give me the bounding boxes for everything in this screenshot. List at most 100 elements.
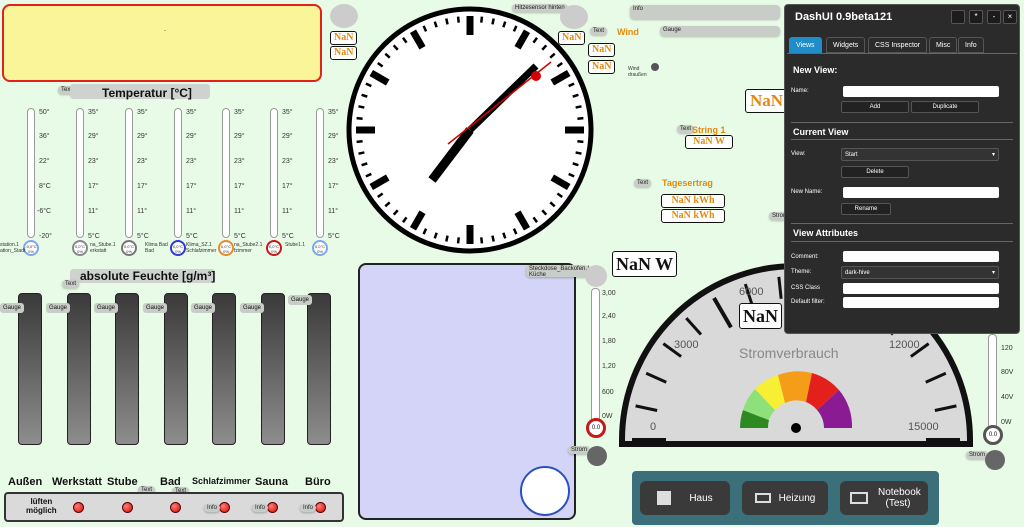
new-view-name-input[interactable]: [843, 86, 999, 97]
meter-nan: NaN: [739, 303, 782, 329]
duplicate-button[interactable]: Duplicate: [911, 101, 979, 113]
clock-minute-tick: [433, 21, 438, 28]
nav-button-notebook[interactable]: Notebook (Test): [840, 481, 928, 515]
dashui-title: DashUI 0.9beta121: [795, 11, 893, 23]
clock-minute-tick: [502, 21, 507, 28]
view-nav: Haus Heizung Notebook (Test): [632, 471, 939, 525]
wind-title: Wind: [617, 27, 639, 37]
plug-icon: [585, 265, 607, 287]
humidity-gauge-4: [164, 293, 188, 445]
dashui-btn-star[interactable]: *: [969, 10, 983, 24]
meter-label: Stromverbrauch: [739, 345, 839, 361]
clock-minute-tick: [356, 140, 363, 144]
led-schlafzimmer: [267, 502, 278, 513]
thermo-bulb-6: 0,0°C 0%: [266, 240, 282, 256]
thermo-bulb-2: 0,0°C 0%: [72, 240, 88, 256]
humidity-title: absolute Feuchte [g/m³]: [80, 269, 216, 283]
humidity-gauge-5: [212, 293, 236, 445]
chevron-down-icon: ▾: [991, 270, 995, 276]
room-label-stube: Stube: [107, 476, 138, 488]
clock-minute-tick: [361, 162, 368, 167]
temperature-title: Temperatur [°C]: [102, 86, 192, 100]
humidity-gauge-6: [261, 293, 285, 445]
tab-views[interactable]: Views: [789, 37, 822, 53]
rename-button[interactable]: Rename: [841, 203, 891, 215]
dashui-panel: DashUI 0.9beta121 * - × Views Widgets CS…: [784, 4, 1020, 334]
clock-minute-tick: [480, 237, 484, 244]
thermometer-1: [27, 108, 35, 238]
clock-minute-tick: [361, 93, 368, 98]
room-label-schlafzimmer: Schlafzimmer: [192, 476, 251, 486]
clock-minute-tick: [502, 232, 507, 239]
led-aussen: [73, 502, 84, 513]
clock-minute-tick: [575, 105, 582, 109]
new-name-input[interactable]: [843, 187, 999, 198]
clock-minute-tick: [577, 140, 584, 144]
house-icon: [657, 491, 672, 505]
humidity-gauge-1: [18, 293, 42, 445]
clock-minute-tick: [491, 18, 495, 25]
led-stube: [170, 502, 181, 513]
clock-minute-tick: [575, 151, 582, 155]
desk-icon[interactable]: [520, 466, 570, 516]
tagesertrag-label: Tagesertrag: [662, 178, 713, 188]
strom-toggle[interactable]: [587, 446, 607, 466]
dashui-btn-blank[interactable]: [951, 10, 965, 24]
theme-select[interactable]: dark-hive ▾: [841, 266, 999, 279]
tab-widgets[interactable]: Widgets: [826, 37, 866, 53]
hitze-label: Hitzesensor hinten: [512, 4, 568, 12]
clock-minute-tick: [577, 116, 584, 120]
humidity-gauge-7: [307, 293, 331, 445]
tab-css-inspector[interactable]: CSS Inspector: [868, 37, 928, 53]
status-text: -: [164, 28, 166, 34]
clock-minute-tick: [358, 151, 365, 155]
power-bulb: 0.0: [586, 418, 606, 438]
steckdose-label: Steckdose_Backofen.1 Küche: [526, 265, 590, 278]
thermometer-5: [222, 108, 230, 238]
status-panel: -: [2, 4, 322, 82]
thermo-bulb-4: 0,0°C 0%: [170, 240, 186, 256]
monitor-icon: [850, 492, 868, 504]
current-view-heading: Current View: [793, 127, 849, 137]
ventilate-label: lüften möglich: [26, 497, 57, 515]
led-buero: [315, 502, 326, 513]
analog-clock: [346, 6, 594, 254]
led-werkstatt: [122, 502, 133, 513]
humidity-gauge-3: [115, 293, 139, 445]
css-class-input[interactable]: [843, 283, 999, 294]
dashui-btn-close[interactable]: ×: [1003, 10, 1017, 24]
chevron-down-icon: ▾: [991, 152, 995, 158]
thermo-bulb-3: 0,0°C 0%: [121, 240, 137, 256]
dashui-btn-minimize[interactable]: -: [987, 10, 1001, 24]
thermo-bulb-1: -0,0°C 0%: [23, 240, 39, 256]
big-nan: NaN: [745, 89, 789, 113]
string1-label: String 1: [692, 125, 726, 135]
thermo-bulb-5: 0,0°C 0%: [218, 240, 234, 256]
led-bad: [219, 502, 230, 513]
view-attributes-heading: View Attributes: [793, 228, 859, 238]
thermometer-6: [270, 108, 278, 238]
room-label-sauna: Sauna: [255, 476, 289, 488]
view-select[interactable]: Start ▾: [841, 148, 999, 161]
delete-button[interactable]: Delete: [841, 166, 909, 178]
clock-minute-tick: [491, 235, 495, 242]
add-button[interactable]: Add: [841, 101, 909, 113]
strom-toggle-2[interactable]: [985, 450, 1005, 470]
clock-minute-tick: [480, 16, 484, 23]
comment-input[interactable]: [843, 251, 999, 262]
tab-info[interactable]: Info: [958, 37, 984, 53]
clock-minute-tick: [433, 232, 438, 239]
thermometer-7: [316, 108, 324, 238]
clock-minute-tick: [356, 116, 363, 120]
clock-minute-tick: [572, 93, 579, 98]
heater-icon: [754, 493, 771, 503]
ventilation-bar: lüften möglich Info Info Info: [4, 492, 344, 522]
tab-misc[interactable]: Misc: [929, 37, 958, 53]
nav-button-haus[interactable]: Haus: [640, 481, 730, 515]
default-filter-input[interactable]: [843, 297, 999, 308]
room-label-buero: Büro: [305, 476, 331, 488]
room-label-werkstatt: Werkstatt: [52, 476, 102, 488]
clock-minute-tick: [456, 237, 460, 244]
room-label-aussen: Außen: [8, 476, 43, 488]
nav-button-heizung[interactable]: Heizung: [742, 481, 828, 515]
